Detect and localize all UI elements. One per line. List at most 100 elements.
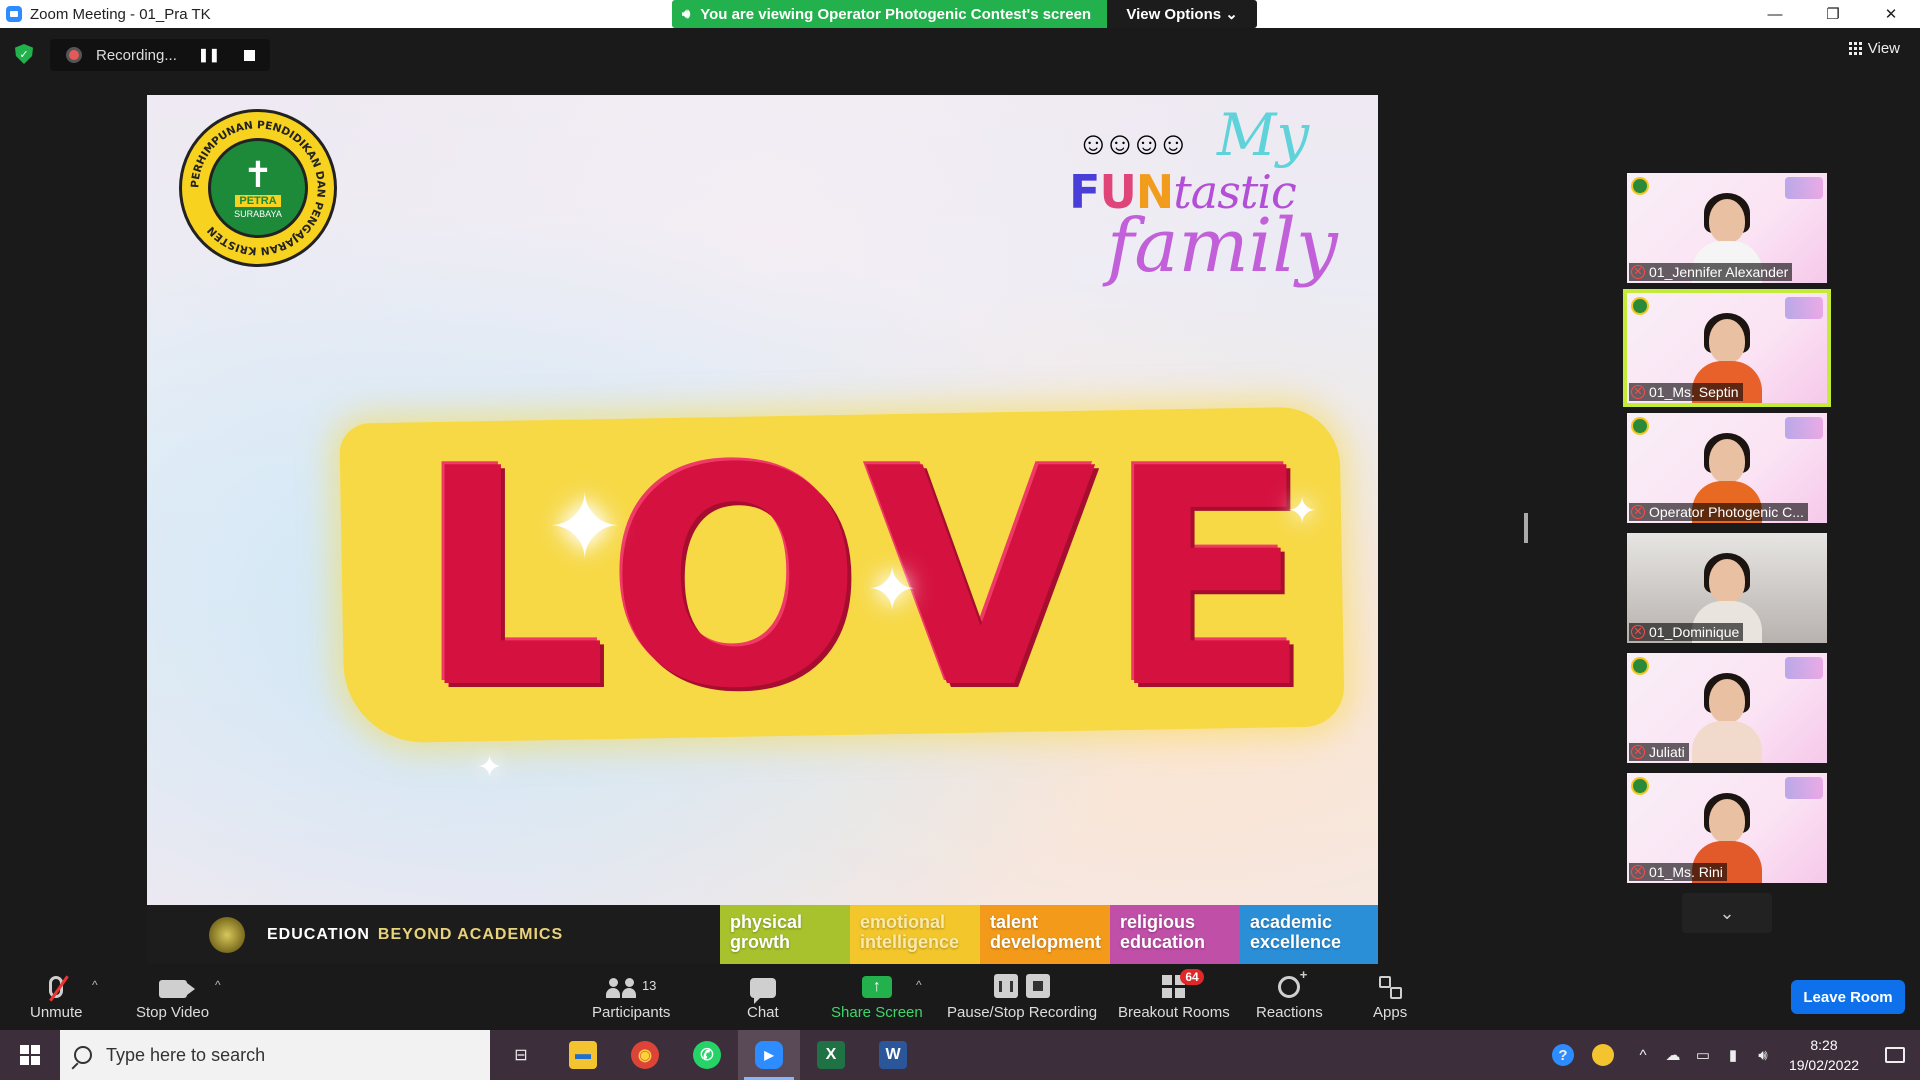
security-shield-icon[interactable]: ✓ — [15, 44, 33, 64]
participant-tile[interactable]: ✕ Juliati — [1627, 653, 1827, 763]
participants-icon: 13 — [605, 978, 657, 998]
unmute-label: Unmute — [30, 1004, 83, 1021]
participant-tile[interactable]: ✕ 01_Dominique — [1627, 533, 1827, 643]
pillar-line1: physical — [730, 912, 803, 932]
whatsapp-app[interactable]: ✆ — [676, 1030, 738, 1080]
stop-video-label: Stop Video — [136, 1004, 210, 1021]
participant-tile[interactable]: ✕ Operator Photogenic C... — [1627, 413, 1827, 523]
participant-name: Juliati — [1649, 744, 1685, 760]
pause-stop-recording-button[interactable]: Pause/Stop Recording — [947, 970, 1097, 1021]
panel-resize-handle[interactable] — [1524, 513, 1528, 543]
sparkle-icon: ✦ — [547, 478, 623, 578]
screen-share-banner: 🔊︎ You are viewing Operator Photogenic C… — [672, 0, 1258, 28]
pillar-line2: excellence — [1250, 932, 1342, 952]
windows-logo-icon — [20, 1045, 40, 1065]
pillar-line2: education — [1120, 932, 1206, 952]
participant-tile[interactable]: ✕ 01_Jennifer Alexander — [1627, 173, 1827, 283]
notifications-button[interactable] — [1870, 1047, 1920, 1063]
share-arrow-icon: ↑ — [861, 976, 892, 998]
audio-options-caret[interactable]: ^ — [92, 978, 98, 992]
participant-strip: ✕ 01_Jennifer Alexander ✕ 01_Ms. Septin ✕ O… — [1623, 173, 1831, 893]
pillar-religious-education: religious education — [1110, 905, 1240, 964]
sparkle-icon: ✦ — [1287, 490, 1318, 531]
reactions-button[interactable]: Reactions — [1256, 967, 1323, 1021]
window-title: Zoom Meeting - 01_Pra TK — [30, 5, 211, 23]
chat-bubble-icon — [749, 978, 776, 1004]
start-button[interactable] — [0, 1030, 60, 1080]
zoom-app[interactable]: ▶ — [738, 1030, 800, 1080]
onedrive-icon[interactable]: ☁ — [1658, 1030, 1688, 1080]
recording-dot-icon — [66, 47, 82, 63]
restore-button[interactable]: ❐ — [1804, 0, 1862, 28]
participant-name-label: ✕ Juliati — [1629, 743, 1689, 761]
chat-button[interactable]: Chat — [747, 970, 779, 1021]
weather-icon[interactable] — [1578, 1030, 1628, 1080]
word-icon: W — [879, 1041, 907, 1069]
pillar-talent-development: talent development — [980, 905, 1110, 964]
breakout-rooms-label: Breakout Rooms — [1118, 1004, 1230, 1021]
battery-icon[interactable]: ▮ — [1718, 1030, 1748, 1080]
tagline-part1: EDUCATION — [267, 925, 370, 943]
file-explorer-app[interactable]: ▬ — [552, 1030, 614, 1080]
sparkle-icon: ✦ — [477, 751, 503, 784]
network-icon[interactable]: ▭ — [1688, 1030, 1718, 1080]
excel-app[interactable]: X — [800, 1030, 862, 1080]
muted-microphone-icon — [49, 976, 64, 998]
participant-name-label: ✕ Operator Photogenic C... — [1629, 503, 1808, 521]
stop-video-button[interactable]: Stop Video — [136, 970, 209, 1021]
participant-name: 01_Ms. Septin — [1649, 384, 1739, 400]
participants-label: Participants — [592, 1004, 671, 1021]
education-tagline: EDUCATION BEYOND ACADEMICS — [147, 905, 720, 964]
word-app[interactable]: W — [862, 1030, 924, 1080]
participant-tile[interactable]: ✕ 01_Ms. Rini — [1627, 773, 1827, 883]
scroll-participants-down-button[interactable]: ⌄ — [1682, 893, 1772, 933]
breakout-count-badge: 64 — [1180, 969, 1204, 985]
system-clock[interactable]: 8:28 19/02/2022 — [1778, 1035, 1870, 1075]
window-controls: — ❐ ✕ — [1746, 0, 1920, 28]
view-options-button[interactable]: View Options ⌄ — [1107, 0, 1258, 28]
close-button[interactable]: ✕ — [1862, 0, 1920, 28]
pillar-physical-growth: physical growth — [720, 905, 850, 964]
chrome-app[interactable]: ◉ — [614, 1030, 676, 1080]
recording-controls-icon — [994, 974, 1051, 998]
participant-tile-active-speaker[interactable]: ✕ 01_Ms. Septin — [1623, 289, 1831, 407]
speaker-icon: 🔊︎ — [682, 6, 691, 21]
task-view-button[interactable]: ⊟ — [490, 1030, 552, 1080]
volume-icon[interactable]: 🔊︎ — [1748, 1030, 1778, 1080]
view-label: View — [1867, 40, 1900, 57]
school-badge-icon — [209, 916, 245, 953]
muted-mic-icon: ✕ — [1631, 505, 1645, 519]
minimize-button[interactable]: — — [1746, 0, 1804, 28]
taskbar-search-box[interactable]: Type here to search — [60, 1030, 490, 1080]
muted-mic-icon: ✕ — [1631, 265, 1645, 279]
zoom-icon: ▶ — [755, 1041, 783, 1069]
show-hidden-icons-icon[interactable]: ^ — [1628, 1030, 1658, 1080]
pillar-academic-excellence: academic excellence — [1240, 905, 1378, 964]
leave-room-button[interactable]: Leave Room — [1791, 980, 1905, 1014]
video-options-caret[interactable]: ^ — [215, 978, 221, 992]
notification-icon — [1885, 1047, 1905, 1063]
stop-recording-button[interactable] — [243, 49, 255, 61]
pause-recording-button[interactable]: ❚❚ — [198, 47, 220, 63]
participant-name-label: ✕ 01_Ms. Septin — [1629, 383, 1743, 401]
pillar-line1: emotional — [860, 912, 946, 932]
view-layout-button[interactable]: View — [1848, 40, 1900, 57]
folder-icon: ▬ — [569, 1041, 597, 1069]
sparkle-icon: ✦ — [867, 556, 918, 623]
chat-label: Chat — [747, 1004, 779, 1021]
logo-family: family — [1107, 203, 1338, 289]
share-options-caret[interactable]: ^ — [916, 978, 922, 992]
pillar-line1: religious — [1120, 912, 1196, 932]
apps-button[interactable]: Apps — [1373, 970, 1407, 1021]
logo-my: My — [1217, 101, 1310, 169]
share-screen-button[interactable]: ↑ Share Screen — [831, 970, 923, 1021]
participants-button[interactable]: 13 Participants — [592, 970, 670, 1021]
breakout-rooms-button[interactable]: 64 Breakout Rooms — [1118, 969, 1230, 1021]
love-heading: LOVE — [417, 405, 1322, 754]
video-camera-icon — [158, 980, 195, 998]
unmute-button[interactable]: Unmute — [30, 970, 83, 1021]
education-footer: EDUCATION BEYOND ACADEMICS physical growt… — [147, 905, 1378, 964]
viewing-notice: 🔊︎ You are viewing Operator Photogenic C… — [672, 0, 1108, 28]
participants-count: 13 — [641, 978, 657, 993]
help-icon[interactable]: ? — [1548, 1030, 1578, 1080]
